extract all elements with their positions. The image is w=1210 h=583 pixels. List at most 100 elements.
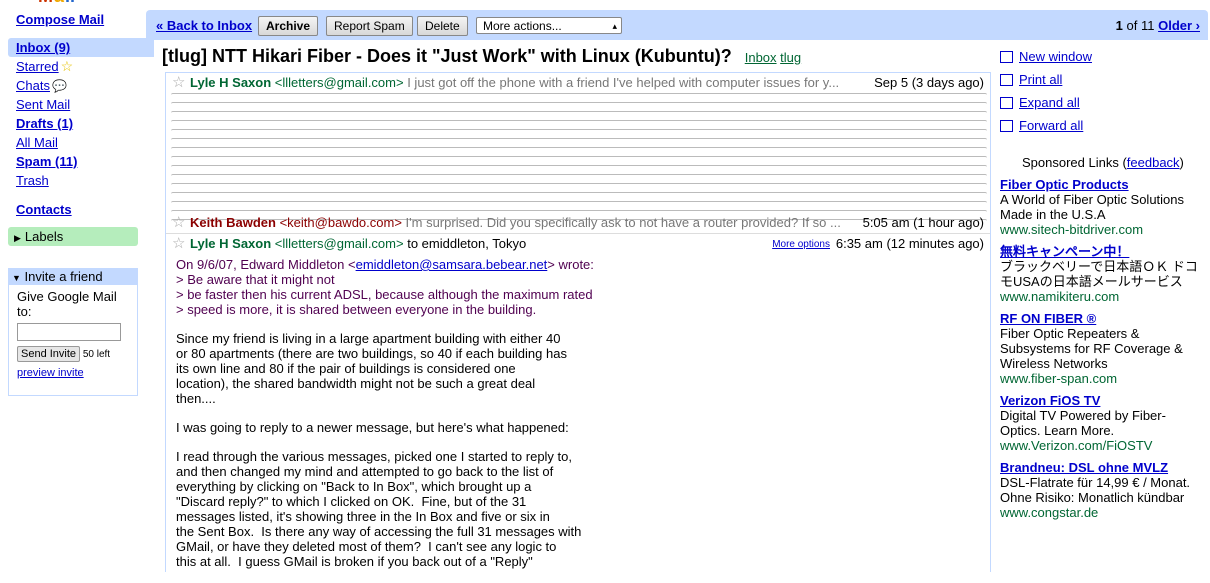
quoted-line: > speed is more, it is shared between ev… [176,302,537,317]
ad-title[interactable]: Verizon FiOS TV [1000,393,1200,408]
sidebar-item-spam[interactable]: Spam (11) [8,152,146,171]
expanded-message-header[interactable]: ☆ Lyle H Saxon <llletters@gmail.com> to … [166,233,990,254]
label-chip-inbox[interactable]: Inbox [745,50,777,65]
stacked-message-edge [171,192,987,201]
ad-item[interactable]: 無料キャンペーン中！ ブラックベリーで日本語ＯＫ ドコモUSAの日本語メールサー… [1000,244,1200,304]
sidebar-item-label[interactable]: Sent Mail [16,97,70,112]
ad-url: www.namikiteru.com [1000,289,1120,304]
sidebar-item-drafts[interactable]: Drafts (1) [8,114,146,133]
sidebar-item-chats[interactable]: Chats 💬 [8,76,146,95]
sender-email: <llletters@gmail.com> [274,75,404,90]
sidebar-item-label[interactable]: Inbox (9) [16,40,70,55]
ad-item[interactable]: Verizon FiOS TV Digital TV Powered by Fi… [1000,393,1200,453]
ad-text: DSL-Flatrate für 14,99 € / Monat. Ohne R… [1000,475,1191,505]
sidebar-item-label[interactable]: Starred [16,59,59,74]
ad-item[interactable]: Brandneu: DSL ohne MVLZ DSL-Flatrate für… [1000,460,1200,520]
ad-url: www.fiber-span.com [1000,371,1118,386]
sidebar-item-label[interactable]: Spam (11) [16,154,77,169]
sponsored-links-heading: Sponsored Links (feedback) [1022,155,1184,170]
stacked-message-edge [171,201,987,210]
message-snippet: I just got off the phone with a friend I… [407,75,840,90]
expand-all-link[interactable]: Expand all [1019,95,1080,110]
sidebar-item-all-mail[interactable]: All Mail [8,133,146,152]
sender-block: Lyle H Saxon <llletters@gmail.com> to em… [190,234,526,254]
ad-text: Fiber Optic Repeaters & Subsystems for R… [1000,326,1183,371]
star-toggle-icon[interactable]: ☆ [172,73,185,93]
sender-email: <keith@bawdo.com> [279,215,402,230]
message-date: 5:05 am (1 hour ago) [862,215,984,230]
report-spam-button[interactable]: Report Spam [326,16,413,36]
ad-title[interactable]: Fiber Optic Products [1000,177,1200,192]
archive-button[interactable]: Archive [258,16,319,36]
conversation-subject: [tlug] NTT Hikari Fiber - Does it "Just … [162,46,801,67]
ad-text: A World of Fiber Optic Solutions Made in… [1000,192,1185,222]
sidebar-item-label[interactable]: Drafts (1) [16,116,73,131]
invite-header[interactable]: ▼ Invite a friend [9,269,137,285]
star-toggle-icon[interactable]: ☆ [172,234,185,254]
expand-all-action[interactable]: Expand all [1000,95,1092,118]
ad-title[interactable]: Brandneu: DSL ohne MVLZ [1000,460,1200,475]
older-link[interactable]: Older › [1158,18,1200,33]
ad-title[interactable]: 無料キャンペーン中！ [1000,244,1200,259]
stacked-message-edge [171,174,987,183]
pager-position: 1 [1115,18,1123,33]
conversation-actions: New window Print all Expand all Forward … [1000,49,1092,141]
new-window-link[interactable]: New window [1019,49,1092,64]
stacked-message-edge [171,102,987,111]
triangle-down-icon: ▼ [12,273,21,283]
sidebar-item-inbox[interactable]: Inbox (9) [8,38,154,57]
sender-email: <llletters@gmail.com> [274,236,404,251]
forward-all-action[interactable]: Forward all [1000,118,1092,141]
sidebar-item-sent[interactable]: Sent Mail [8,95,146,114]
star-toggle-icon[interactable]: ☆ [172,213,185,233]
quoted-email-link[interactable]: emiddleton@samsara.bebear.net [356,257,548,272]
star-icon: ☆ [60,58,74,74]
triangle-right-icon: ▶ [14,233,21,243]
forward-all-link[interactable]: Forward all [1019,118,1083,133]
feedback-link[interactable]: feedback [1127,155,1180,170]
collapsed-message[interactable]: ☆ Lyle H Saxon <llletters@gmail.com> I j… [166,73,990,93]
print-all-action[interactable]: Print all [1000,72,1092,95]
invites-left-count: 50 left [82,349,111,360]
sidebar-item-label[interactable]: All Mail [16,135,58,150]
invite-email-input[interactable] [17,323,121,341]
message-toolbar: « Back to Inbox Archive Report Spam Dele… [146,10,1208,40]
folder-nav: Inbox (9) Starred ☆ Chats 💬 Sent Mail Draf… [8,38,154,190]
pager-total: of 11 [1126,18,1155,33]
sidebar-item-label[interactable]: Chats [16,78,50,93]
stacked-message-edge [171,120,987,129]
more-options-link[interactable]: More options [772,235,830,255]
gmail-logo: M a il [38,0,75,4]
compose-mail-link[interactable]: Compose Mail [16,12,104,27]
ad-title[interactable]: RF ON FIBER ® [1000,311,1200,326]
stacked-message-edge [171,156,987,165]
svg-text:a: a [54,0,65,4]
forward-icon [1000,120,1013,132]
new-window-action[interactable]: New window [1000,49,1092,72]
message-snippet: I'm surprised. Did you specifically ask … [405,215,841,230]
sidebar-item-label[interactable]: Trash [16,173,49,188]
stacked-message-edge [171,147,987,156]
ad-item[interactable]: Fiber Optic Products A World of Fiber Op… [1000,177,1200,237]
preview-invite-link[interactable]: preview invite [17,366,129,381]
send-invite-button[interactable]: Send Invite [17,346,81,362]
more-actions-select[interactable]: More actions... ▴ [476,17,622,34]
message-body: On 9/6/07, Edward Middleton <emiddleton@… [176,257,776,583]
ad-url: www.congstar.de [1000,505,1099,520]
stacked-message-edge [171,129,987,138]
label-chip-tlug[interactable]: tlug [780,50,801,65]
sidebar-item-starred[interactable]: Starred ☆ [8,57,146,76]
back-to-inbox-link[interactable]: « Back to Inbox [156,18,252,33]
conversation-thread: ☆ Lyle H Saxon <llletters@gmail.com> I j… [165,72,991,572]
new-window-icon [1000,51,1013,63]
more-actions-label: More actions... [483,19,562,33]
delete-button[interactable]: Delete [417,16,468,36]
quoted-line: > Be aware that it might not [176,272,335,287]
labels-section-toggle[interactable]: ▶ Labels [8,227,138,246]
contacts-link[interactable]: Contacts [16,202,72,217]
sidebar-item-trash[interactable]: Trash [8,171,146,190]
collapsed-message[interactable]: ☆ Keith Bawden <keith@bawdo.com> I'm sur… [166,213,990,233]
print-all-link[interactable]: Print all [1019,72,1062,87]
ad-item[interactable]: RF ON FIBER ® Fiber Optic Repeaters & Su… [1000,311,1200,386]
collapsed-messages-stack[interactable] [170,93,988,220]
